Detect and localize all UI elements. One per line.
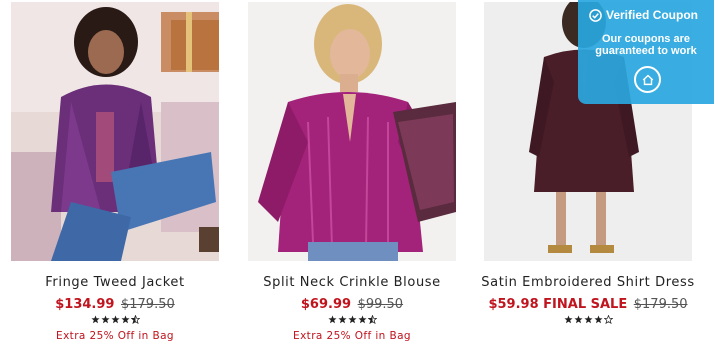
star-full-icon — [337, 315, 347, 324]
star-full-icon — [120, 315, 130, 324]
product-card[interactable]: Split Neck Crinkle Blouse $69.99 $99.50 … — [248, 2, 456, 342]
product-photo — [11, 2, 219, 261]
star-rating[interactable] — [484, 315, 692, 328]
star-full-icon — [573, 315, 583, 324]
coupon-title: Verified Coupon — [589, 8, 698, 22]
star-full-icon — [593, 315, 603, 324]
star-full-icon — [110, 315, 120, 324]
sale-price: $59.98 FINAL SALE — [488, 297, 628, 312]
sale-price: $134.99 — [55, 297, 115, 312]
product-card[interactable]: Fringe Tweed Jacket $134.99 $179.50 Extr… — [11, 2, 219, 342]
star-full-icon — [347, 315, 357, 324]
original-price: $179.50 — [633, 297, 688, 312]
star-empty-icon — [603, 315, 613, 324]
star-full-icon — [100, 315, 110, 324]
product-name[interactable]: Split Neck Crinkle Blouse — [228, 275, 476, 290]
star-full-icon — [357, 315, 367, 324]
price-line: $59.98 FINAL SALE $179.50 — [454, 297, 714, 312]
promo-text: Extra 25% Off in Bag — [56, 330, 174, 342]
price-line: $69.99 $99.50 — [218, 297, 486, 312]
star-full-icon — [583, 315, 593, 324]
coupon-subtitle: Our coupons are guaranteed to work — [578, 33, 714, 57]
check-circle-icon — [589, 8, 602, 22]
coupon-subtitle-line-2: guaranteed to work — [595, 45, 697, 57]
home-icon[interactable] — [634, 66, 661, 93]
product-name[interactable]: Fringe Tweed Jacket — [0, 275, 239, 290]
promo-text: Extra 25% Off in Bag — [293, 330, 411, 342]
star-full-icon — [327, 315, 337, 324]
star-rating[interactable] — [11, 315, 219, 328]
star-full-icon — [90, 315, 100, 324]
home-icon-glyph — [642, 74, 653, 85]
product-image-fringe-tweed-jacket[interactable] — [11, 2, 219, 261]
product-name[interactable]: Satin Embroidered Shirt Dress — [464, 275, 712, 290]
star-half-icon — [367, 315, 377, 324]
product-photo — [248, 2, 456, 261]
price-line: $134.99 $179.50 — [0, 297, 249, 312]
original-price: $99.50 — [357, 297, 404, 312]
star-rating[interactable] — [248, 315, 456, 328]
star-half-icon — [130, 315, 140, 324]
star-full-icon — [563, 315, 573, 324]
coupon-title-text: Verified Coupon — [606, 8, 699, 22]
sale-price: $69.99 — [300, 297, 352, 312]
coupon-subtitle-line-1: Our coupons are — [601, 33, 691, 45]
verified-coupon-badge[interactable]: Verified Coupon Our coupons are guarante… — [578, 0, 714, 104]
original-price: $179.50 — [120, 297, 175, 312]
product-image-split-neck-crinkle-blouse[interactable] — [248, 2, 456, 261]
